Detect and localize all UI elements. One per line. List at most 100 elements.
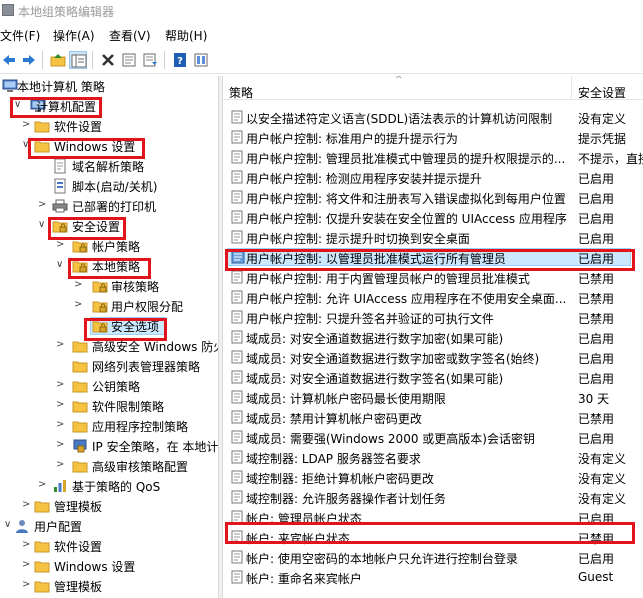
chevron-right-icon[interactable]: > [56,439,66,451]
chevron-right-icon[interactable]: > [22,559,32,571]
tree-item[interactable]: 网络列表管理器策略 [0,356,218,376]
tree-item[interactable]: 脚本(启动/关机) [0,176,218,196]
tree-item[interactable]: ∨ Windows 设置 [0,136,218,156]
tree-pane[interactable]: 本地计算机 策略 ∨ 计算机配置 > 软件设置 ∨ Windows 设置 域名解析策略 脚本(启… [0,76,218,598]
table-row[interactable]: 域成员: 禁用计算机帐户密码更改 已禁用 [223,407,643,427]
tree-item-label: 安全选项 [111,320,160,334]
tree-item[interactable]: ∨ 用户配置 [0,516,218,536]
tree-item[interactable]: ∨ 计算机配置 [0,96,218,116]
export-list-icon[interactable] [141,51,159,69]
chevron-right-icon[interactable]: > [56,379,66,391]
column-header-setting[interactable]: 安全设置 [578,84,626,101]
chevron-right-icon[interactable]: > [38,479,48,491]
table-row[interactable]: 域控制器: LDAP 服务器签名要求 没有定义 [223,447,643,467]
tree-item[interactable]: > 应用程序控制策略 [0,416,218,436]
menu-view[interactable]: 查看(V) [109,27,151,44]
table-row[interactable]: 帐户: 来宾帐户状态 已禁用 [223,527,643,547]
back-arrow-icon[interactable] [0,51,18,69]
tree-item[interactable]: > 已部署的打印机 [0,196,218,216]
menu-file[interactable]: 文件(F) [0,27,40,44]
chevron-right-icon[interactable]: > [56,459,66,471]
policy-setting: 没有定义 [578,472,627,486]
policy-icon [231,190,245,204]
chevron-right-icon[interactable]: > [56,399,66,411]
table-row[interactable]: 用户帐户控制: 管理员批准模式中管理员的提升权限提示的... 不提示，直接 [223,147,643,167]
tree-item[interactable]: > 用户权限分配 [0,296,218,316]
chevron-right-icon[interactable]: > [22,539,32,551]
table-row[interactable]: 域成员: 对安全通道数据进行数字签名(如果可能) 已启用 [223,367,643,387]
tree-item[interactable]: ∨ 本地策略 [0,256,218,276]
forward-arrow-icon[interactable] [20,51,38,69]
chevron-down-icon[interactable]: ∨ [56,259,66,271]
tree-item-label: 用户权限分配 [111,300,184,314]
help-icon[interactable]: ? [171,51,189,69]
tree-item[interactable]: > 软件设置 [0,116,218,136]
tree-item[interactable]: > IP 安全策略，在 本地计 [0,436,218,456]
menu-help[interactable]: 帮助(H) [165,27,207,44]
table-row[interactable]: 用户帐户控制: 将文件和注册表写入错误虚拟化到每用户位置 已启用 [223,187,643,207]
table-row[interactable]: 域控制器: 允许服务器操作者计划任务 没有定义 [223,487,643,507]
view-icon[interactable] [192,51,210,69]
chevron-down-icon[interactable]: ∨ [38,219,48,231]
chevron-down-icon[interactable]: ∨ [14,99,24,111]
chevron-down-icon[interactable]: ∨ [4,519,14,531]
table-row[interactable]: 用户帐户控制: 用于内置管理员帐户的管理员批准模式 已禁用 [223,267,643,287]
folder-icon [34,578,50,594]
table-row[interactable]: 域成员: 对安全通道数据进行数字加密或数字签名(始终) 已启用 [223,347,643,367]
toolbar: ? [0,46,643,74]
tree-item[interactable]: 安全选项 [0,316,218,336]
chevron-down-icon[interactable]: ∨ [22,139,32,151]
table-row[interactable]: 用户帐户控制: 标准用户的提升提示行为 提示凭据 [223,127,643,147]
table-row[interactable]: 域成员: 计算机帐户密码最长使用期限 30 天 [223,387,643,407]
table-row[interactable]: 用户帐户控制: 允许 UIAccess 应用程序在不使用安全桌面... 已禁用 [223,287,643,307]
chevron-right-icon[interactable]: > [74,299,84,311]
tree-item[interactable]: 域名解析策略 [0,156,218,176]
folder-icon [72,418,88,434]
tree-item-label: 应用程序控制策略 [92,420,189,434]
chevron-right-icon[interactable]: > [56,239,66,251]
policy-name: 域成员: 对安全通道数据进行数字加密(如果可能) [246,332,504,346]
tree-item[interactable]: > 高级安全 Windows 防火 [0,336,218,356]
policy-name: 帐户: 重命名来宾帐户 [246,572,362,586]
table-row[interactable]: 帐户: 管理员帐户状态 已启用 [223,507,643,527]
tree-item[interactable]: > 帐户策略 [0,236,218,256]
table-row[interactable]: 帐户: 使用空密码的本地帐户只允许进行控制台登录 已启用 [223,547,643,567]
chevron-right-icon[interactable]: > [56,419,66,431]
tree-item[interactable]: > 基于策略的 QoS [0,476,218,496]
column-divider[interactable] [571,76,572,100]
tree-item[interactable]: 本地计算机 策略 [0,76,218,96]
tree-item[interactable]: > 软件设置 [0,536,218,556]
chevron-right-icon[interactable]: > [38,199,48,211]
tree-item[interactable]: > 高级审核策略配置 [0,456,218,476]
tree-item[interactable]: > 公钥策略 [0,376,218,396]
table-row[interactable]: 用户帐户控制: 提示提升时切换到安全桌面 已启用 [223,227,643,247]
table-row[interactable]: 帐户: 重命名来宾帐户 Guest [223,567,643,587]
tree-item[interactable]: > 审核策略 [0,276,218,296]
tree-item-label: 网络列表管理器策略 [92,360,201,374]
ip-security-icon [72,438,88,454]
chevron-right-icon[interactable]: > [22,119,32,131]
table-row[interactable]: 用户帐户控制: 仅提升安装在安全位置的 UIAccess 应用程序 已启用 [223,207,643,227]
delete-icon[interactable] [99,51,117,69]
table-row[interactable]: 用户帐户控制: 以管理员批准模式运行所有管理员 已启用 [223,247,643,267]
tree-item[interactable]: > 管理模板 [0,576,218,596]
tree-item[interactable]: > 管理模板 [0,496,218,516]
properties-icon[interactable] [120,51,138,69]
column-header-policy[interactable]: 策略 [229,84,253,101]
table-row[interactable]: 域控制器: 拒绝计算机帐户密码更改 没有定义 [223,467,643,487]
chevron-right-icon[interactable]: > [22,579,32,591]
tree-item[interactable]: > Windows 设置 [0,556,218,576]
up-folder-icon[interactable] [49,51,67,69]
chevron-right-icon[interactable]: > [74,279,84,291]
tree-item[interactable]: ∨ 安全设置 [0,216,218,236]
tree-item[interactable]: > 软件限制策略 [0,396,218,416]
table-row[interactable]: 域成员: 对安全通道数据进行数字加密(如果可能) 已启用 [223,327,643,347]
table-row[interactable]: 以安全描述符定义语言(SDDL)语法表示的计算机访问限制 没有定义 [223,107,643,127]
table-row[interactable]: 域成员: 需要强(Windows 2000 或更高版本)会话密钥 已启用 [223,427,643,447]
chevron-right-icon[interactable]: > [22,499,32,511]
table-row[interactable]: 用户帐户控制: 只提升签名并验证的可执行文件 已禁用 [223,307,643,327]
chevron-right-icon[interactable]: > [56,339,66,351]
show-tree-icon[interactable] [69,51,87,69]
menu-action[interactable]: 操作(A) [53,27,95,44]
table-row[interactable]: 用户帐户控制: 检测应用程序安装并提示提升 已启用 [223,167,643,187]
